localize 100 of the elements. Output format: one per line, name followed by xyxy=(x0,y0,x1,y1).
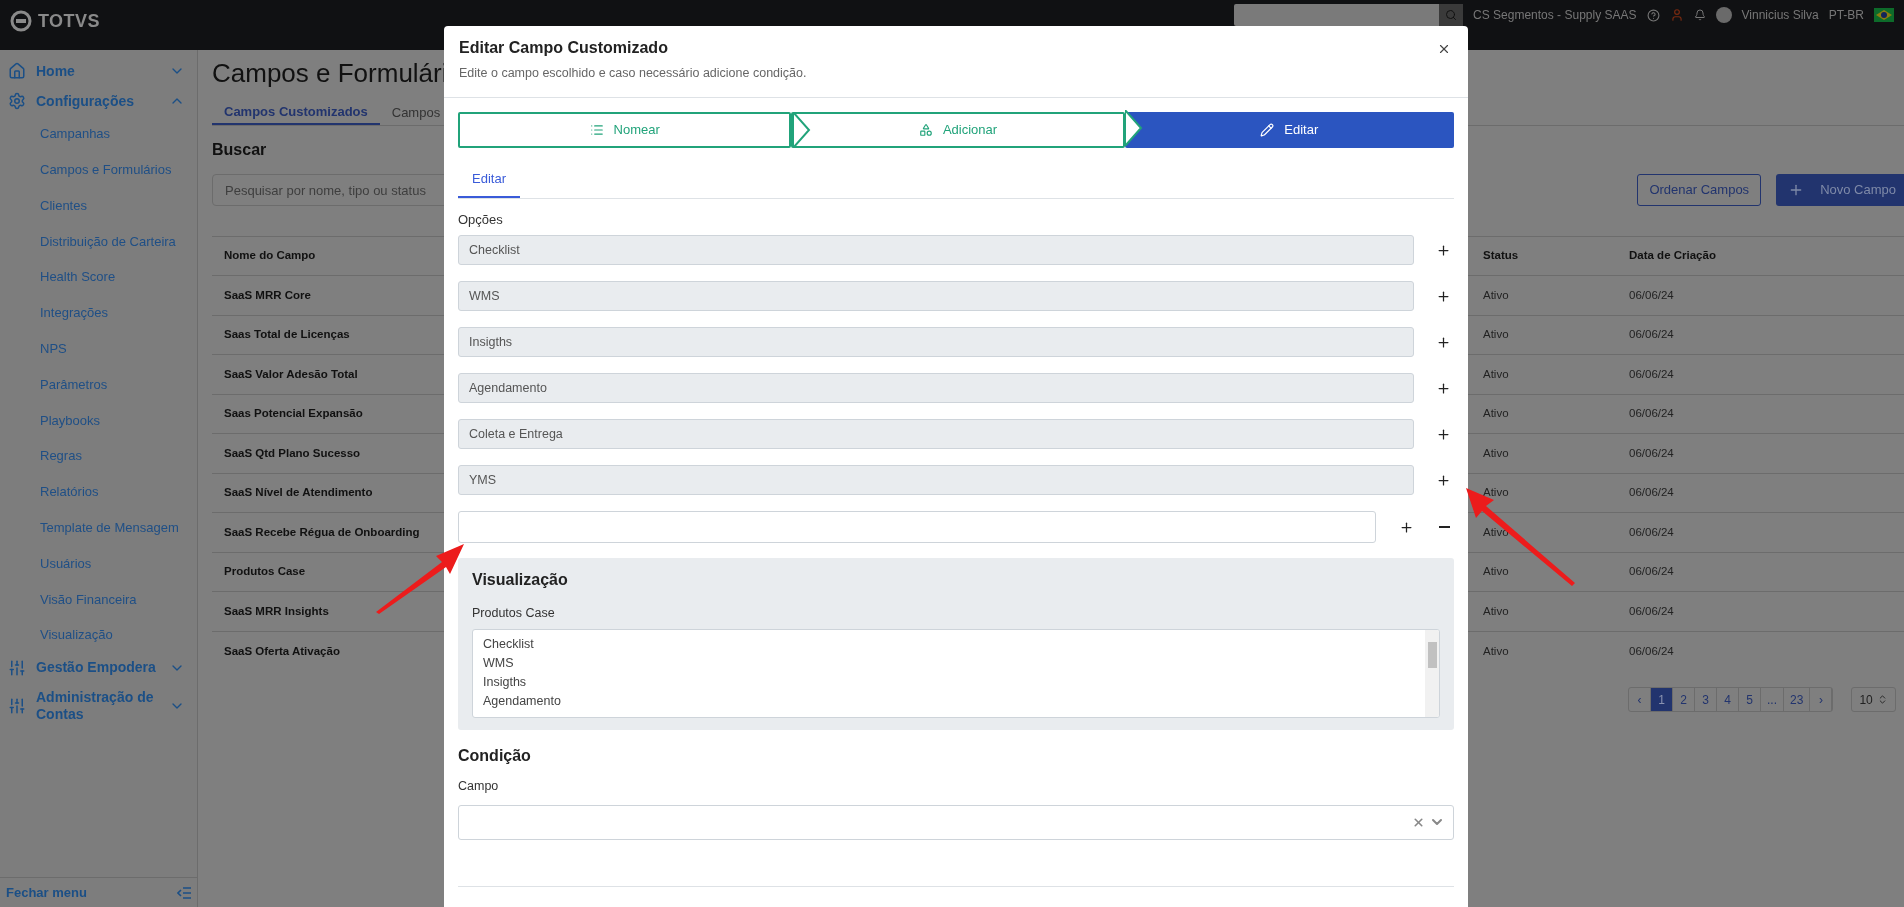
page-link[interactable]: 5 xyxy=(1739,688,1761,711)
minus-icon xyxy=(1439,526,1450,529)
plus-icon xyxy=(1436,288,1451,304)
sidebar-item[interactable]: Parâmetros xyxy=(0,366,197,403)
plus-icon xyxy=(1436,426,1451,442)
sidebar-item[interactable]: Template de Mensagem xyxy=(0,509,197,546)
new-option-input[interactable] xyxy=(458,511,1376,544)
add-option-button[interactable] xyxy=(1399,519,1414,535)
table-cell-text: 06/06/24 xyxy=(1629,564,1674,580)
plus-icon xyxy=(1436,334,1451,350)
add-option-button[interactable] xyxy=(1436,334,1451,350)
preview-listbox[interactable]: Checklist WMS Insigths Agendamento xyxy=(472,629,1440,718)
plus-icon xyxy=(1436,472,1451,488)
sidebar-item[interactable]: Usuários xyxy=(0,545,197,582)
list-option[interactable]: Agendamento xyxy=(483,692,1425,711)
step-icon xyxy=(918,122,933,137)
table-cell-text: 06/06/24 xyxy=(1629,445,1674,461)
close-menu-button[interactable]: Fechar menu xyxy=(6,882,87,903)
option-field[interactable]: YMS xyxy=(458,465,1414,496)
table-cell-text: 06/06/24 xyxy=(1629,406,1674,422)
step-arrow-icon xyxy=(793,111,812,148)
user-menu[interactable]: Vinnicius Silva xyxy=(1741,6,1819,24)
wizard-step[interactable]: Editar xyxy=(1124,111,1454,148)
condition-title: Condição xyxy=(458,746,532,766)
sidebar-section[interactable]: Gestão Empodera xyxy=(0,652,197,683)
close-icon xyxy=(1437,42,1451,56)
flag-icon xyxy=(1874,8,1894,22)
option-field[interactable]: WMS xyxy=(458,281,1414,312)
sidebar-item[interactable]: Visualização xyxy=(0,617,197,653)
sidebar-item[interactable]: NPS xyxy=(0,330,197,367)
add-option-button[interactable] xyxy=(1436,472,1451,488)
sidebar-item[interactable]: Campos e Formulários xyxy=(0,151,197,188)
bell-icon[interactable] xyxy=(1693,9,1706,21)
clear-icon xyxy=(1412,815,1425,829)
page-link[interactable]: ... xyxy=(1761,688,1784,711)
logo-text: TOTVS xyxy=(38,9,100,33)
condition-field-label: Campo xyxy=(458,778,500,795)
table-cell-text: Ativo xyxy=(1483,603,1509,619)
sidebar-item[interactable]: Playbooks xyxy=(0,402,197,439)
language-menu[interactable]: PT-BR xyxy=(1828,6,1864,24)
list-option[interactable]: Insigths xyxy=(483,673,1425,692)
table-cell-text: SaaS Qtd Plano Sucesso xyxy=(224,445,361,461)
table-cell-text: Ativo xyxy=(1483,287,1509,303)
add-option-button[interactable] xyxy=(1436,242,1451,258)
help-icon[interactable] xyxy=(1646,8,1660,22)
new-field-button[interactable]: Novo Campo xyxy=(1776,174,1904,206)
table-cell-text: SaaS MRR Core xyxy=(224,287,311,303)
page-link[interactable]: › xyxy=(1810,688,1833,711)
add-option-button[interactable] xyxy=(1436,426,1451,442)
remove-option-button[interactable] xyxy=(1439,526,1450,529)
add-option-button[interactable] xyxy=(1436,380,1451,396)
sidebar-item[interactable]: Visão Financeira xyxy=(0,581,197,618)
preview-field-label: Produtos Case xyxy=(472,605,556,623)
table-cell-text: 06/06/24 xyxy=(1629,287,1674,303)
page-tab[interactable]: Campos Customizados xyxy=(212,100,380,125)
table-cell-text: Ativo xyxy=(1483,445,1509,461)
table-cell-text: Ativo xyxy=(1483,406,1509,422)
sidebar-section[interactable]: Configurações xyxy=(0,86,197,116)
page-link[interactable]: 2 xyxy=(1673,688,1695,711)
option-field[interactable]: Agendamento xyxy=(458,373,1414,404)
option-field[interactable]: Checklist xyxy=(458,235,1414,266)
sidebar-item[interactable]: Regras xyxy=(0,438,197,474)
table-cell-text: Saas Total de Licenças xyxy=(224,327,350,343)
sidebar-item[interactable]: Campanhas xyxy=(0,116,197,152)
search-field[interactable] xyxy=(1234,4,1440,26)
option-field[interactable]: Insigths xyxy=(458,327,1414,358)
sidebar-item[interactable]: Integrações xyxy=(0,295,197,331)
table-cell-text: Ativo xyxy=(1483,366,1509,382)
page-tab[interactable]: Campos xyxy=(379,100,453,125)
account-menu[interactable]: CS Segmentos - Supply SAAS xyxy=(1473,6,1637,24)
sidebar-item[interactable]: Distribuição de Carteira xyxy=(0,223,197,260)
page-link[interactable]: 3 xyxy=(1695,688,1717,711)
page-link[interactable]: 23 xyxy=(1784,688,1811,711)
table-cell-text: Saas Potencial Expansão xyxy=(224,406,363,422)
sidebar-section[interactable]: Administração de Contas xyxy=(0,682,197,729)
column-header: Data de Criação xyxy=(1629,248,1716,264)
list-option[interactable]: WMS xyxy=(483,654,1425,673)
step-arrow-icon xyxy=(1124,109,1143,146)
sidebar-item[interactable]: Health Score xyxy=(0,259,197,295)
sidebar-section[interactable]: Home xyxy=(0,56,197,86)
close-button[interactable] xyxy=(1437,42,1451,56)
page-link[interactable]: 4 xyxy=(1717,688,1739,711)
page-link[interactable]: 1 xyxy=(1651,688,1673,711)
table-cell-text: SaaS Oferta Ativação xyxy=(224,643,340,659)
sidebar-item[interactable]: Relatórios xyxy=(0,473,197,510)
list-option[interactable]: Checklist xyxy=(483,635,1425,654)
table-cell-text: 06/06/24 xyxy=(1629,366,1674,382)
add-option-button[interactable] xyxy=(1436,288,1451,304)
section-icon xyxy=(8,696,26,715)
step-icon xyxy=(589,122,604,137)
page-size-select[interactable]: 10 xyxy=(1851,687,1896,712)
scrollbar[interactable] xyxy=(1425,630,1439,717)
table-cell-text: Ativo xyxy=(1483,564,1509,580)
field-select[interactable] xyxy=(458,804,1454,840)
sort-fields-button[interactable]: Ordenar Campos xyxy=(1637,174,1762,206)
option-field[interactable]: Coleta e Entrega xyxy=(458,419,1414,450)
modal-tab[interactable]: Editar xyxy=(458,161,520,198)
table-cell-text: 06/06/24 xyxy=(1629,485,1674,501)
column-header: Status xyxy=(1483,248,1519,264)
sidebar-item[interactable]: Clientes xyxy=(0,187,197,224)
